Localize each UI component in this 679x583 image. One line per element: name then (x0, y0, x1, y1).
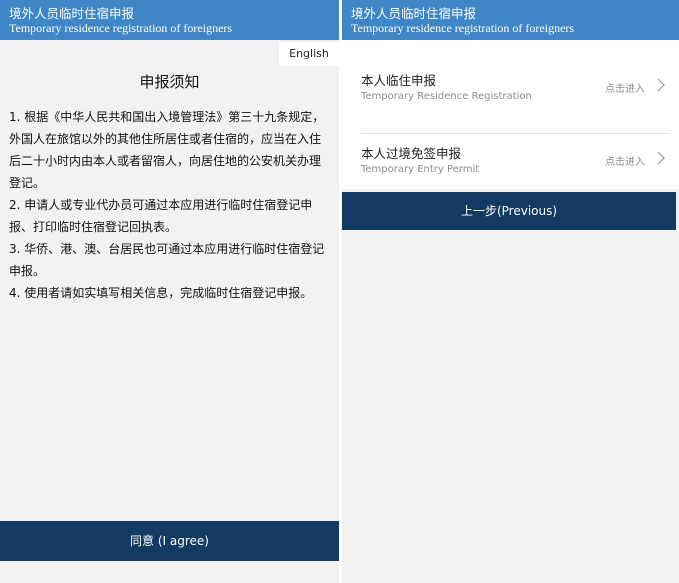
header-title-en: Temporary residence registration of fore… (9, 21, 233, 35)
previous-button[interactable]: 上一步(Previous) (342, 192, 676, 230)
notice-paragraph-1: 1. 根据《中华人民共和国出入境管理法》第三十九条规定，外国人在旅馆以外的其他住… (9, 110, 325, 190)
notice-paragraph-3: 3. 华侨、港、澳、台居民也可通过本应用进行临时住宿登记申报。 (9, 242, 325, 278)
english-language-button[interactable]: English (279, 42, 339, 66)
registration-type-screen: 境外人员临时住宿申报 Temporary residence registrat… (342, 0, 679, 583)
notice-body: 1. 根据《中华人民共和国出入境管理法》第三十九条规定，外国人在旅馆以外的其他住… (9, 106, 331, 304)
registration-type-list: 本人临住申报 Temporary Residence Registration … (342, 40, 679, 189)
list-item-title: 本人临住申报 (361, 73, 437, 88)
list-item-temporary-residence[interactable]: 本人临住申报 Temporary Residence Registration … (342, 52, 679, 134)
chevron-right-icon (657, 151, 665, 165)
list-item-transit-visa-free[interactable]: 本人过境免签申报 Temporary Entry Permit 点击进入 (342, 125, 679, 198)
app-header: 境外人员临时住宿申报 Temporary residence registrat… (342, 0, 679, 40)
notice-paragraph-2: 2. 申请人或专业代办员可通过本应用进行临时住宿登记申报、打印临时住宿登记回执表… (9, 198, 313, 234)
header-title-en: Temporary residence registration of fore… (351, 21, 575, 35)
app-header: 境外人员临时住宿申报 Temporary residence registrat… (0, 0, 339, 40)
list-item-subtitle: Temporary Entry Permit (361, 164, 480, 175)
header-title-cn: 境外人员临时住宿申报 (9, 6, 135, 21)
header-title-cn: 境外人员临时住宿申报 (351, 6, 477, 21)
list-item-subtitle: Temporary Residence Registration (361, 91, 532, 102)
notice-title: 申报须知 (139, 73, 200, 91)
list-item-title: 本人过境免签申报 (361, 146, 462, 161)
agree-button[interactable]: 同意 (I agree) (0, 521, 339, 561)
notice-screen: 境外人员临时住宿申报 Temporary residence registrat… (0, 0, 339, 583)
chevron-right-icon (657, 78, 665, 92)
list-item-action: 点击进入 (605, 84, 645, 95)
notice-paragraph-4: 4. 使用者请如实填写相关信息，完成临时住宿登记申报。 (9, 286, 313, 300)
list-item-action: 点击进入 (605, 157, 645, 168)
